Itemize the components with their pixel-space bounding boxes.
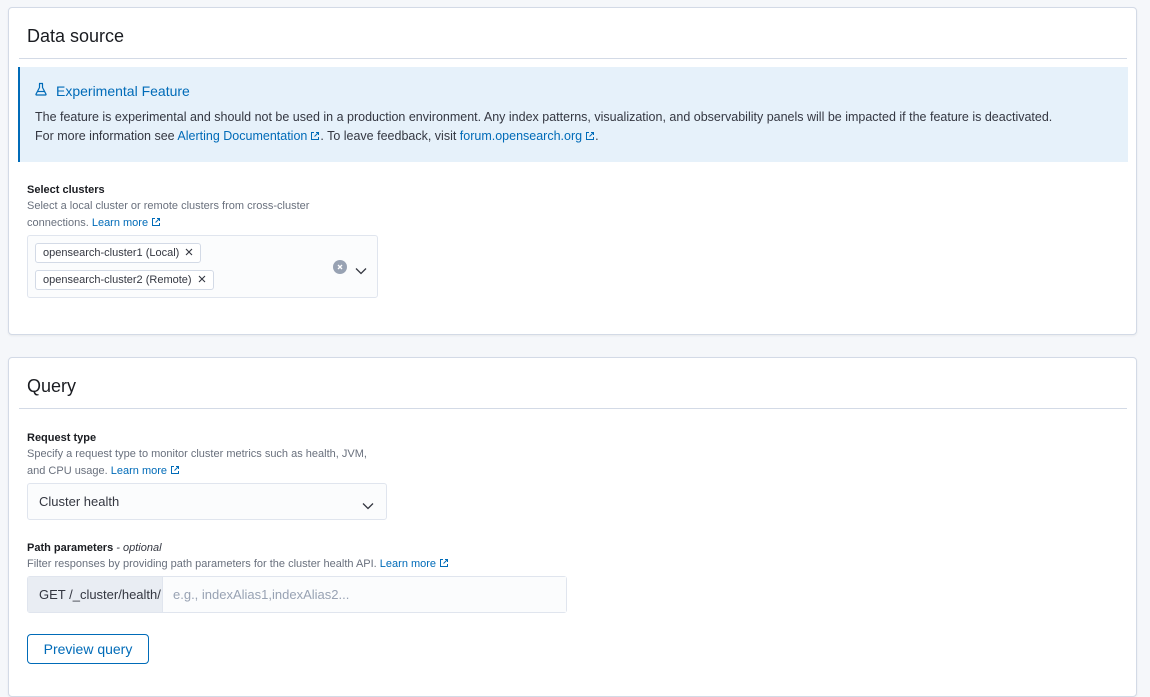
- alerting-documentation-link[interactable]: Alerting Documentation: [177, 129, 320, 143]
- external-link-icon: [311, 132, 320, 140]
- learn-more-label: Learn more: [91, 217, 149, 229]
- query-title: Query: [27, 376, 77, 396]
- clear-selection-icon[interactable]: [333, 260, 347, 274]
- cluster-pill: opensearch-cluster1 (Local): [35, 243, 202, 263]
- path-prefix: GET /_cluster/health/: [28, 577, 163, 612]
- help-line: Specify a request type to monitor cluste…: [27, 448, 367, 460]
- request-type-label: Request type: [27, 432, 97, 444]
- path-parameters-input[interactable]: [163, 577, 566, 612]
- help-text: connections.: [27, 217, 89, 229]
- callout-header: Experimental Feature: [34, 82, 190, 99]
- data-source-title: Data source: [27, 26, 125, 46]
- request-type-select[interactable]: Cluster health: [27, 483, 387, 520]
- chevron-down-icon[interactable]: [355, 262, 367, 280]
- help-line: Select a local cluster or remote cluster…: [27, 200, 310, 212]
- callout-text: The feature is experimental and should n…: [35, 108, 1068, 146]
- remove-pill-icon[interactable]: [185, 247, 193, 259]
- help-text: and CPU usage.: [27, 465, 108, 477]
- callout-text-part: .: [595, 129, 599, 143]
- experimental-callout: Experimental Feature The feature is expe…: [18, 67, 1128, 162]
- select-clusters-help: Select a local cluster or remote cluster…: [27, 198, 309, 232]
- request-type-help: Specify a request type to monitor cluste…: [27, 446, 367, 480]
- divider: [19, 408, 1127, 409]
- alerting-link-label: Alerting Documentation: [177, 129, 308, 143]
- path-parameters-label-text: Path parameters: [27, 542, 114, 554]
- external-link-icon: [586, 132, 595, 140]
- request-type-value: Cluster health: [39, 494, 120, 509]
- data-source-panel: Data source Experimental Feature The fea…: [8, 7, 1137, 335]
- external-link-icon: [171, 466, 180, 474]
- cluster-pill-label: opensearch-cluster2 (Remote): [43, 274, 192, 286]
- forum-link[interactable]: forum.opensearch.org: [460, 129, 595, 143]
- help-line: connections. Learn more: [27, 215, 309, 232]
- beaker-icon: [34, 82, 48, 99]
- preview-query-button[interactable]: Preview query: [27, 634, 149, 664]
- request-type-learn-more-link[interactable]: Learn more: [111, 465, 180, 477]
- path-parameters-help: Filter responses by providing path param…: [27, 556, 449, 573]
- cluster-pill: opensearch-cluster2 (Remote): [35, 270, 214, 290]
- learn-more-label: Learn more: [379, 558, 437, 570]
- callout-title: Experimental Feature: [56, 82, 190, 99]
- help-line: and CPU usage. Learn more: [27, 463, 367, 480]
- divider: [19, 58, 1127, 59]
- help-text: Filter responses by providing path param…: [27, 558, 377, 570]
- external-link-icon: [440, 559, 449, 567]
- path-params-learn-more-link[interactable]: Learn more: [380, 558, 449, 570]
- external-link-icon: [152, 218, 161, 226]
- forum-link-label: forum.opensearch.org: [459, 129, 583, 143]
- cluster-pill-label: opensearch-cluster1 (Local): [43, 247, 180, 259]
- clusters-learn-more-link[interactable]: Learn more: [92, 217, 161, 229]
- optional-tag: - optional: [113, 542, 162, 554]
- path-parameters-label: Path parameters - optional: [27, 542, 162, 554]
- callout-text-part: . To leave feedback, visit: [320, 129, 460, 143]
- chevron-down-icon: [362, 498, 374, 513]
- select-clusters-label: Select clusters: [27, 184, 105, 196]
- learn-more-label: Learn more: [110, 465, 168, 477]
- clusters-combobox[interactable]: opensearch-cluster1 (Local) opensearch-c…: [27, 235, 378, 298]
- path-parameters-field: GET /_cluster/health/: [27, 576, 567, 613]
- remove-pill-icon[interactable]: [198, 274, 206, 286]
- query-panel: Query Request type Specify a request typ…: [8, 357, 1137, 697]
